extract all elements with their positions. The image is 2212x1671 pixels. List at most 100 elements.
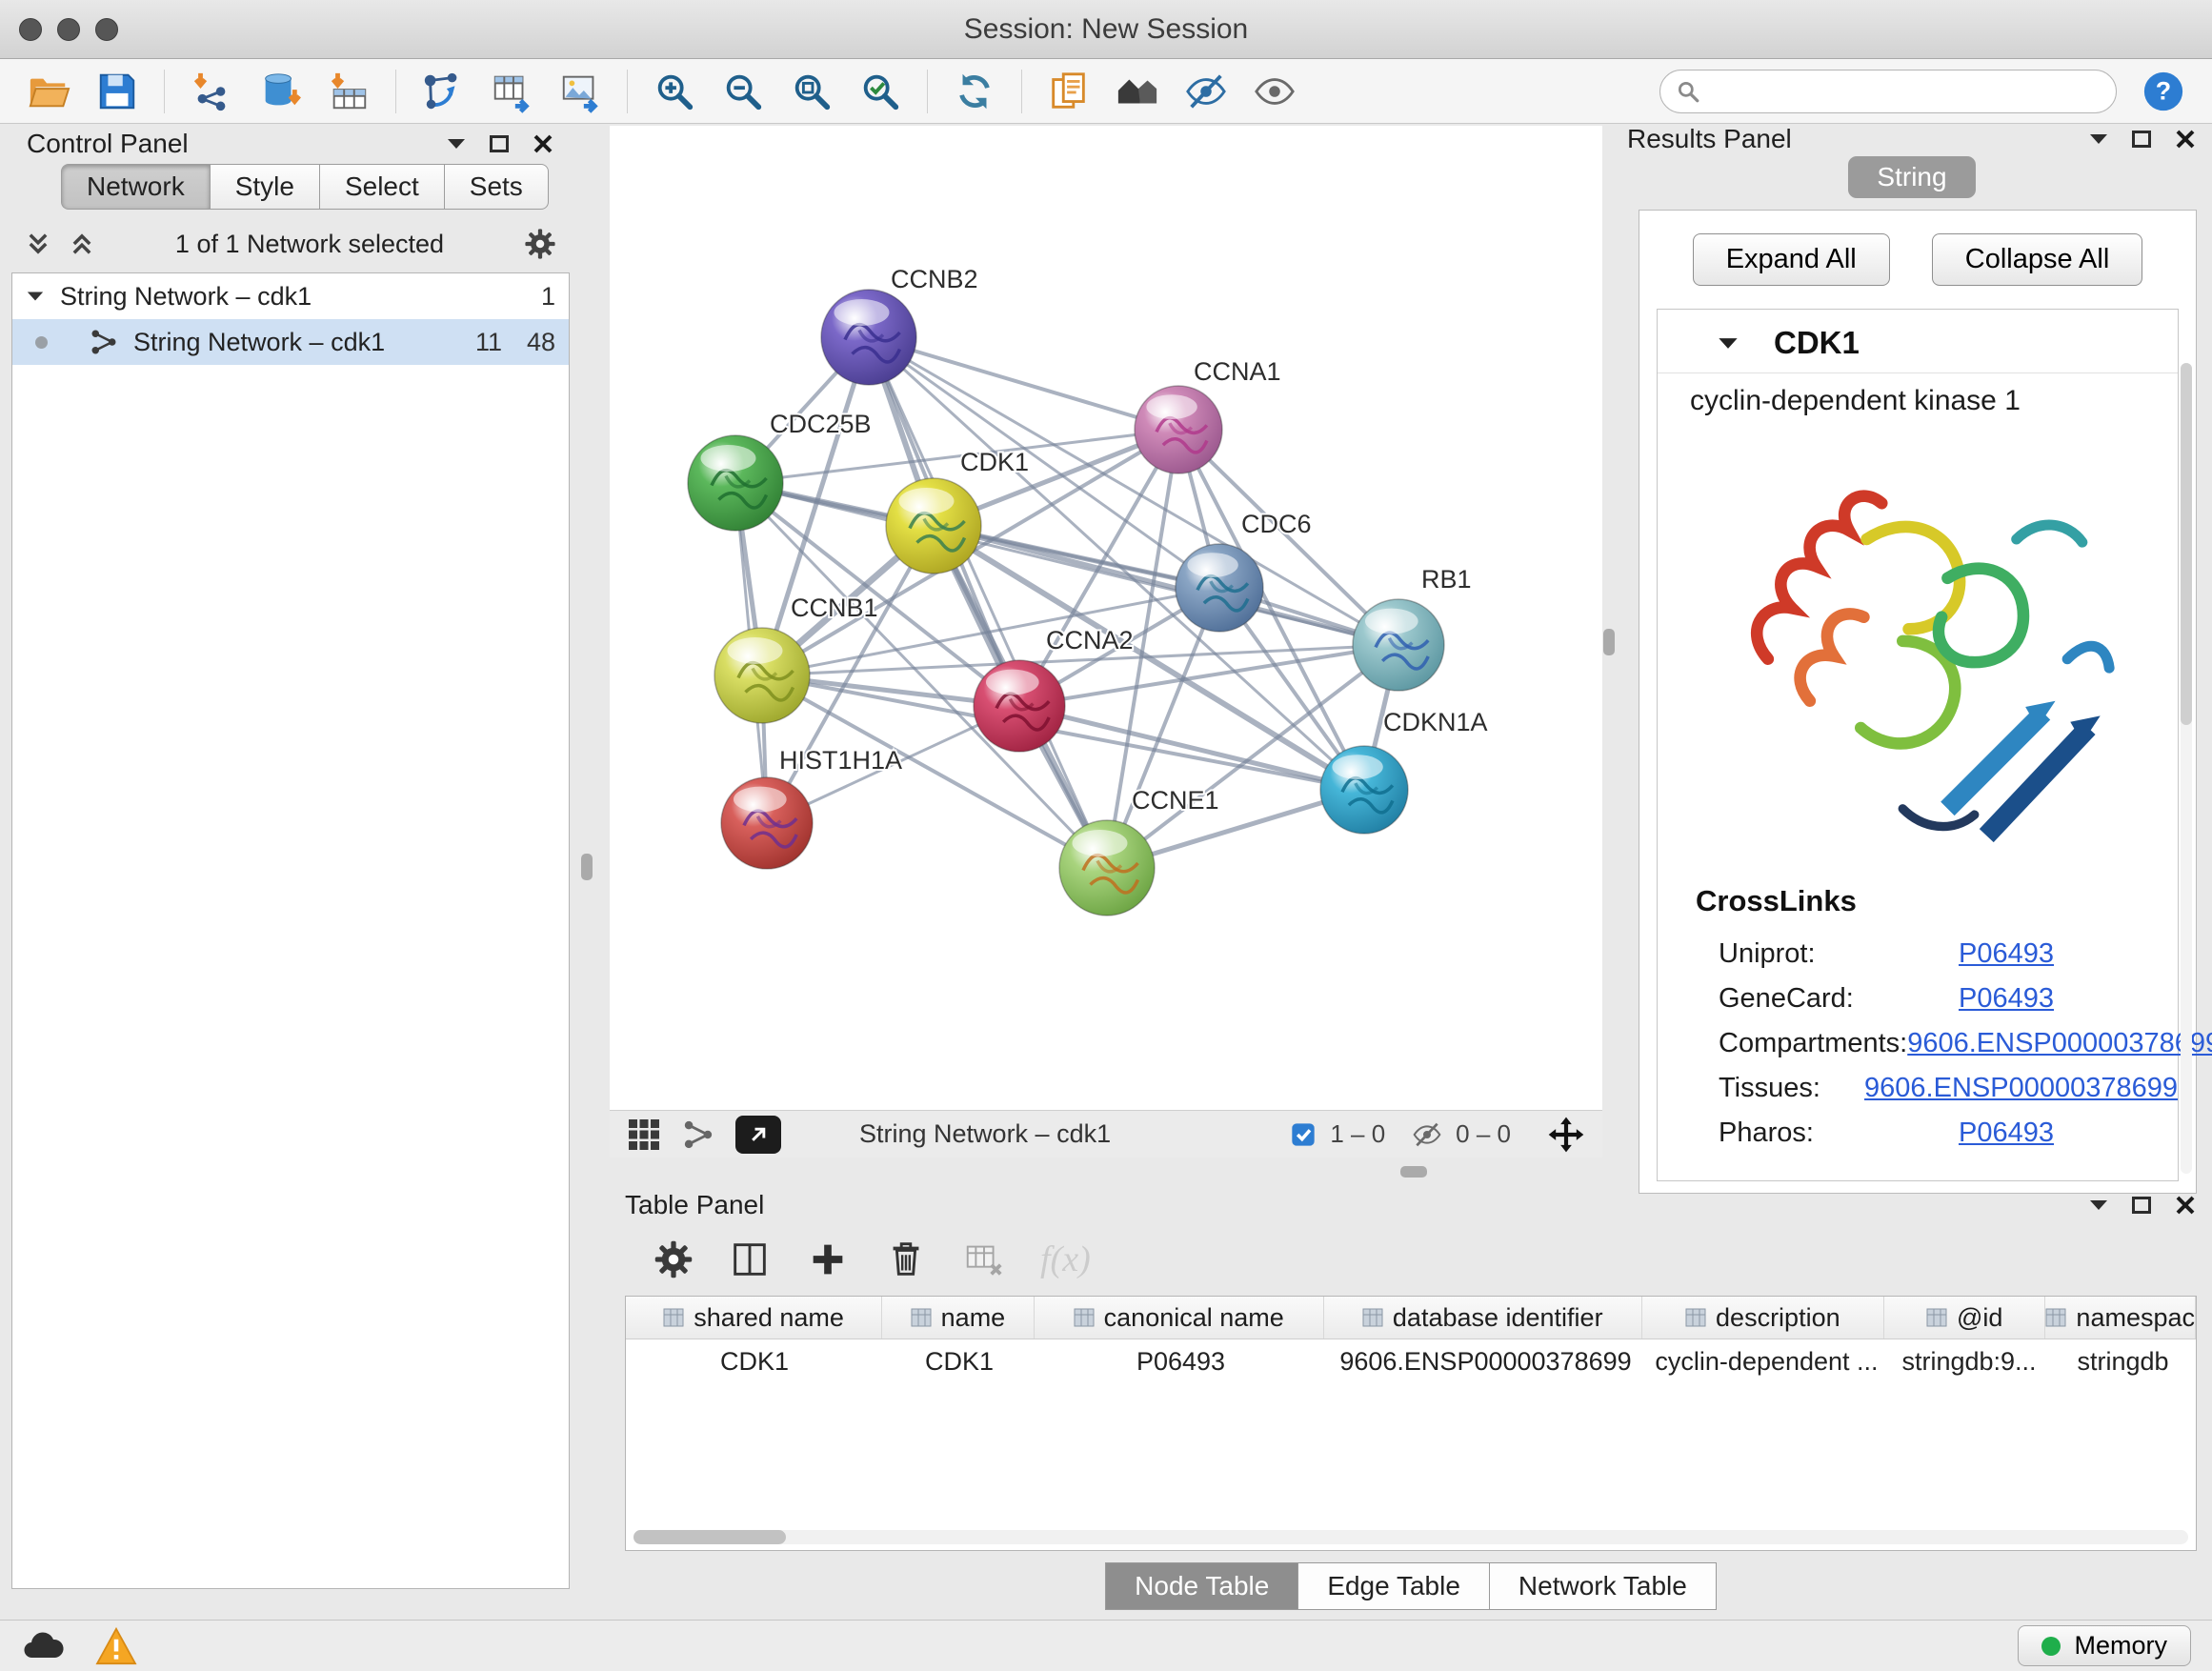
maximize-window-button[interactable] [95,18,118,41]
results-scrollbar[interactable] [2181,363,2192,1174]
network-row-selected[interactable]: String Network – cdk1 11 48 [12,319,569,365]
expand-all-button[interactable]: Expand All [1693,233,1890,286]
tab-node-table[interactable]: Node Table [1105,1562,1297,1610]
zoom-selected-button[interactable] [858,70,902,113]
hidden-eye-slash-icon[interactable] [1412,1119,1442,1150]
column-header-name[interactable]: name [882,1297,1035,1339]
tab-network[interactable]: Network [61,164,210,210]
cell-description[interactable]: cyclin-dependent ... [1645,1339,1888,1381]
column-header-description[interactable]: description [1642,1297,1884,1339]
cell-canonical-name[interactable]: P06493 [1036,1339,1326,1381]
minimize-window-button[interactable] [57,18,80,41]
network-options-gear-icon[interactable] [524,228,556,260]
cloud-icon[interactable] [21,1630,67,1662]
table-options-gear-icon[interactable] [654,1239,694,1279]
results-panel-float-icon[interactable] [2132,131,2151,148]
left-splitter-handle[interactable] [581,854,593,880]
selected-checkbox-icon[interactable] [1290,1121,1317,1148]
import-network-database-button[interactable] [258,70,302,113]
column-header-database-identifier[interactable]: database identifier [1324,1297,1642,1339]
table-panel-float-icon[interactable] [2132,1197,2151,1214]
delete-column-icon[interactable] [884,1238,928,1281]
network-node-cdc25b[interactable] [688,435,783,531]
warning-icon[interactable] [95,1627,137,1665]
crosslink-pharos-link[interactable]: P06493 [1959,1117,2054,1149]
new-network-button[interactable] [421,70,465,113]
column-header-id[interactable]: @id [1884,1297,2045,1339]
table-row[interactable]: CDK1 CDK1 P06493 9606.ENSP00000378699 cy… [626,1339,2196,1381]
graphics-details-button[interactable] [1253,70,1297,113]
network-graph[interactable]: CCNB2CCNA1CDC25BCDK1CDC6RB1CCNB1CCNA2CDK… [610,126,1602,1110]
crosslink-genecard-link[interactable]: P06493 [1959,983,2054,1015]
tree-expand-icon[interactable] [26,290,45,303]
gene-card-header[interactable]: CDK1 [1658,310,2178,373]
network-node-ccnb2[interactable] [821,290,916,385]
network-node-ccna1[interactable] [1135,386,1222,473]
tab-sets[interactable]: Sets [444,164,549,210]
tab-style[interactable]: Style [210,164,319,210]
tab-string[interactable]: String [1848,156,1975,198]
zoom-out-button[interactable] [721,70,765,113]
hide-selected-button[interactable] [1184,70,1228,113]
search-input[interactable] [1710,76,2101,106]
column-header-shared-name[interactable]: shared name [626,1297,882,1339]
expand-all-icon[interactable] [69,231,95,257]
table-horizontal-scrollbar[interactable] [633,1530,2188,1544]
add-column-icon[interactable] [806,1238,850,1281]
cell-name[interactable]: CDK1 [883,1339,1036,1381]
import-network-file-button[interactable] [190,70,233,113]
network-node-cdkn1a[interactable] [1320,746,1408,834]
open-session-button[interactable] [27,70,70,113]
birdseye-grid-icon[interactable] [627,1117,661,1152]
network-edge[interactable] [869,337,1107,868]
show-columns-icon[interactable] [728,1238,772,1281]
column-header-canonical-name[interactable]: canonical name [1035,1297,1324,1339]
refresh-button[interactable] [953,70,996,113]
network-node-ccnb1[interactable] [714,628,810,723]
gene-collapse-icon[interactable] [1717,336,1739,351]
help-button[interactable]: ? [2142,70,2185,113]
export-image-button[interactable] [558,70,602,113]
cell-namespace[interactable]: stringdb [2050,1339,2196,1381]
cell-database-identifier[interactable]: 9606.ENSP00000378699 [1326,1339,1645,1381]
import-table-file-button[interactable] [327,70,371,113]
tab-network-table[interactable]: Network Table [1489,1562,1717,1610]
memory-button[interactable]: Memory [2018,1625,2191,1666]
crosslink-uniprot-link[interactable]: P06493 [1959,938,2054,970]
control-panel-float-icon[interactable] [490,135,509,152]
cell-id[interactable]: stringdb:9... [1888,1339,2050,1381]
export-table-button[interactable] [490,70,533,113]
network-node-cdc6[interactable] [1176,544,1263,632]
tab-edge-table[interactable]: Edge Table [1297,1562,1489,1610]
search-box[interactable] [1659,70,2117,113]
network-canvas[interactable]: CCNB2CCNA1CDC25BCDK1CDC6RB1CCNB1CCNA2CDK… [610,126,1602,1110]
network-node-hist1h1a[interactable] [721,777,813,869]
close-window-button[interactable] [19,18,42,41]
save-session-button[interactable] [95,70,139,113]
tab-select[interactable]: Select [319,164,444,210]
crosslink-compartments-link[interactable]: 9606.ENSP00000378699 [1907,1028,2212,1059]
network-node-ccne1[interactable] [1059,820,1155,916]
zoom-fit-button[interactable] [790,70,834,113]
crosslink-tissues-link[interactable]: 9606.ENSP00000378699 [1864,1073,2178,1104]
open-in-browser-button[interactable] [735,1116,781,1154]
column-header-namespace[interactable]: namespac [2045,1297,2196,1339]
network-node-ccna2[interactable] [974,660,1065,752]
table-panel-close-icon[interactable] [2174,1194,2197,1217]
copy-document-button[interactable] [1047,70,1091,113]
bottom-splitter-handle[interactable] [1400,1166,1427,1178]
string-network-icon[interactable] [682,1118,714,1151]
control-panel-menu-icon[interactable] [446,137,467,151]
network-edge[interactable] [869,337,1178,430]
results-panel-menu-icon[interactable] [2088,132,2109,146]
control-panel-close-icon[interactable] [532,132,554,155]
cell-shared-name[interactable]: CDK1 [626,1339,883,1381]
network-collection-row[interactable]: String Network – cdk1 1 [12,273,569,319]
zoom-in-button[interactable] [653,70,696,113]
network-node-cdk1[interactable] [886,478,981,574]
network-node-rb1[interactable] [1353,599,1444,691]
fit-crosshair-icon[interactable] [1547,1116,1585,1154]
table-panel-menu-icon[interactable] [2088,1198,2109,1212]
results-panel-close-icon[interactable] [2174,128,2197,151]
collapse-all-button[interactable]: Collapse All [1932,233,2143,286]
